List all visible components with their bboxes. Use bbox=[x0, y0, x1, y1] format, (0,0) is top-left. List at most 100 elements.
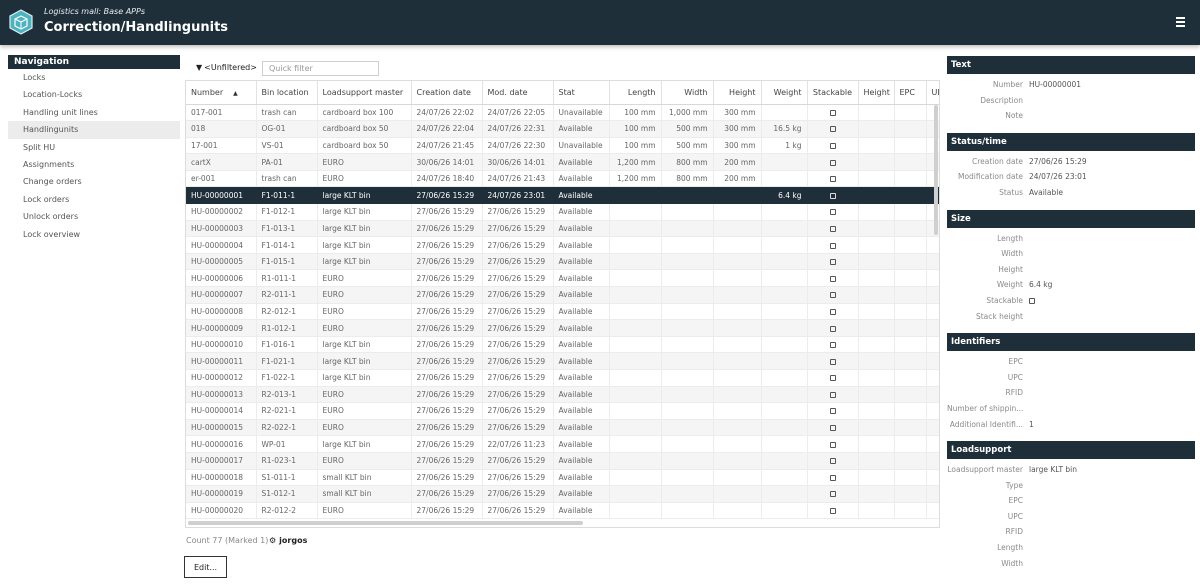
table-cell: Unavailable bbox=[553, 137, 610, 155]
column-header[interactable]: Height bbox=[858, 81, 895, 105]
column-header[interactable]: UPC bbox=[926, 81, 939, 105]
stackable-checkbox[interactable] bbox=[829, 308, 836, 315]
table-cell: R2-011-1 bbox=[256, 286, 318, 304]
table-row[interactable]: HU-00000001 F1-011-1 large KLT bin 27/06/26… bbox=[186, 186, 939, 205]
table-row[interactable]: HU-00000011 F1-021-1 large KLT bin 27/06/26… bbox=[186, 352, 939, 370]
table-row[interactable]: 017-001 trash can cardboard box 100 24/07/2… bbox=[186, 104, 939, 122]
stackable-checkbox[interactable] bbox=[829, 474, 836, 481]
table-row[interactable]: HU-00000003 F1-013-1 large KLT bin 27/06/26… bbox=[186, 220, 939, 238]
table-row[interactable]: HU-00000008 R2-012-1 EURO 27/06/26 15:29 27/… bbox=[186, 303, 939, 321]
column-header[interactable]: Length bbox=[609, 81, 662, 105]
edit-button[interactable]: Edit... bbox=[184, 556, 227, 578]
sidebar-item-change-orders[interactable]: Change orders bbox=[8, 173, 180, 190]
section-title-status-time: Status/time bbox=[947, 132, 1195, 151]
stackable-checkbox[interactable] bbox=[1029, 293, 1035, 309]
table-row[interactable]: HU-00000017 R1-023-1 EURO 27/06/26 15:29 27/… bbox=[186, 452, 939, 470]
table-row[interactable]: HU-00000015 R2-022-1 EURO 27/06/26 15:29 27/… bbox=[186, 419, 939, 437]
stackable-checkbox[interactable] bbox=[829, 159, 836, 166]
sidebar-item-handlingunits[interactable]: Handlingunits bbox=[8, 121, 180, 139]
stackable-checkbox[interactable] bbox=[829, 259, 836, 266]
vertical-scrollbar[interactable] bbox=[934, 105, 938, 235]
sidebar-item-location-locks[interactable]: Location-Locks bbox=[8, 86, 180, 103]
table-row[interactable]: HU-00000018 S1-011-1 small KLT bin 27/06/26… bbox=[186, 469, 939, 487]
table-row[interactable]: HU-00000009 R1-012-1 EURO 27/06/26 15:29 27/… bbox=[186, 319, 939, 337]
column-header[interactable]: Creation date bbox=[411, 81, 483, 105]
stackable-checkbox[interactable] bbox=[829, 176, 836, 183]
stackable-checkbox[interactable] bbox=[829, 508, 836, 515]
stackable-checkbox[interactable] bbox=[829, 342, 836, 349]
table-cell: 100 mm bbox=[609, 120, 662, 138]
detail-field: RFID bbox=[947, 524, 1195, 540]
stackable-checkbox[interactable] bbox=[829, 441, 836, 448]
table-row[interactable]: HU-00000002 F1-012-1 large KLT bin 27/06/26… bbox=[186, 203, 939, 221]
table-row[interactable]: cartX PA-01 EURO 30/06/26 14:01 30/06/26 14:… bbox=[186, 153, 939, 171]
table-row[interactable]: HU-00000020 R2-012-2 EURO 27/06/26 15:29 27/… bbox=[186, 502, 939, 520]
column-header[interactable]: Bin location bbox=[256, 81, 318, 105]
table-row[interactable]: HU-00000019 S1-012-1 small KLT bin 27/06/26… bbox=[186, 485, 939, 503]
stackable-checkbox[interactable] bbox=[829, 292, 836, 299]
table-cell: Unavailable bbox=[553, 104, 610, 122]
sidebar-item-lock-orders[interactable]: Lock orders bbox=[8, 191, 180, 208]
stackable-checkbox[interactable] bbox=[829, 225, 836, 232]
table-row[interactable]: HU-00000013 R2-013-1 EURO 27/06/26 15:29 27/… bbox=[186, 386, 939, 404]
stackable-checkbox[interactable] bbox=[829, 391, 836, 398]
sidebar-item-handling-unit-lines[interactable]: Handling unit lines bbox=[8, 104, 180, 121]
stackable-checkbox[interactable] bbox=[829, 209, 836, 216]
stackable-checkbox[interactable] bbox=[829, 458, 836, 465]
stackable-checkbox[interactable] bbox=[829, 126, 836, 133]
table-row[interactable]: HU-00000005 F1-015-1 large KLT bin 27/06/26… bbox=[186, 253, 939, 271]
table-row[interactable]: HU-00000016 WP-01 large KLT bin 27/06/26 15… bbox=[186, 435, 939, 453]
filter-button[interactable]: ▼ <Unfiltered> bbox=[196, 63, 257, 72]
stackable-checkbox[interactable] bbox=[829, 425, 836, 432]
table-cell bbox=[894, 104, 927, 122]
stackable-checkbox[interactable] bbox=[829, 375, 836, 382]
table-cell bbox=[894, 220, 927, 238]
table-row[interactable]: HU-00000004 F1-014-1 large KLT bin 27/06/26… bbox=[186, 236, 939, 254]
stackable-checkbox[interactable] bbox=[829, 142, 836, 149]
column-header[interactable]: Height bbox=[713, 81, 762, 105]
stackable-checkbox[interactable] bbox=[829, 242, 836, 249]
sidebar-item-split-hu[interactable]: Split HU bbox=[8, 139, 180, 156]
table-row[interactable]: HU-00000014 R2-021-1 EURO 27/06/26 15:29 27/… bbox=[186, 402, 939, 420]
user-indicator[interactable]: ⚙ jorgos bbox=[269, 536, 307, 545]
table-row[interactable]: HU-00000007 R2-011-1 EURO 27/06/26 15:29 27/… bbox=[186, 286, 939, 304]
table-cell: EURO bbox=[317, 153, 412, 171]
app-subtitle: Logistics mall: Base APPs bbox=[44, 7, 145, 16]
table-cell: 27/06/26 15:29 bbox=[482, 336, 554, 354]
column-header[interactable]: Width bbox=[661, 81, 714, 105]
field-label: Number of shippin... bbox=[947, 403, 1023, 413]
table-row[interactable]: er-001 trash can EURO 24/07/26 18:40 24/07/2… bbox=[186, 170, 939, 188]
stackable-checkbox[interactable] bbox=[829, 408, 836, 415]
column-header[interactable]: Stackable bbox=[807, 81, 859, 105]
column-header[interactable]: Stat bbox=[553, 81, 610, 105]
column-header[interactable]: Mod. date bbox=[482, 81, 554, 105]
table-cell: HU-00000010 bbox=[186, 336, 257, 354]
table-row[interactable]: 17-001 VS-01 cardboard box 50 24/07/26 21:4… bbox=[186, 137, 939, 155]
stackable-checkbox[interactable] bbox=[829, 109, 836, 116]
column-header[interactable]: Number ▲ bbox=[186, 81, 257, 105]
table-cell bbox=[926, 419, 939, 437]
quick-filter-input[interactable] bbox=[262, 61, 379, 76]
sidebar-item-locks[interactable]: Locks bbox=[8, 69, 180, 86]
hamburger-menu-icon[interactable] bbox=[1176, 17, 1186, 27]
stackable-cell bbox=[807, 352, 859, 370]
sidebar-item-unlock-orders[interactable]: Unlock orders bbox=[8, 208, 180, 225]
column-header[interactable]: Weight bbox=[761, 81, 808, 105]
stackable-checkbox[interactable] bbox=[829, 275, 836, 282]
stackable-checkbox[interactable] bbox=[829, 491, 836, 498]
stackable-checkbox[interactable] bbox=[829, 358, 836, 365]
table-row[interactable]: HU-00000010 F1-016-1 large KLT bin 27/06/26… bbox=[186, 336, 939, 354]
sidebar-item-lock-overview[interactable]: Lock overview bbox=[8, 226, 180, 243]
column-header[interactable]: Loadsupport master bbox=[317, 81, 412, 105]
stackable-checkbox[interactable] bbox=[829, 192, 836, 199]
horizontal-scrollbar[interactable] bbox=[188, 521, 583, 525]
table-row[interactable]: HU-00000012 F1-022-1 large KLT bin 27/06/26… bbox=[186, 369, 939, 387]
table-cell bbox=[858, 485, 895, 503]
table-cell: cardboard box 50 bbox=[317, 137, 412, 155]
sidebar-item-assignments[interactable]: Assignments bbox=[8, 156, 180, 173]
table-row[interactable]: HU-00000006 R1-011-1 EURO 27/06/26 15:29 27/… bbox=[186, 269, 939, 288]
stackable-checkbox[interactable] bbox=[829, 325, 836, 332]
detail-field: Description bbox=[947, 93, 1195, 109]
column-header[interactable]: EPC bbox=[894, 81, 927, 105]
table-row[interactable]: 018 OG-01 cardboard box 50 24/07/26 22:04 24… bbox=[186, 120, 939, 138]
